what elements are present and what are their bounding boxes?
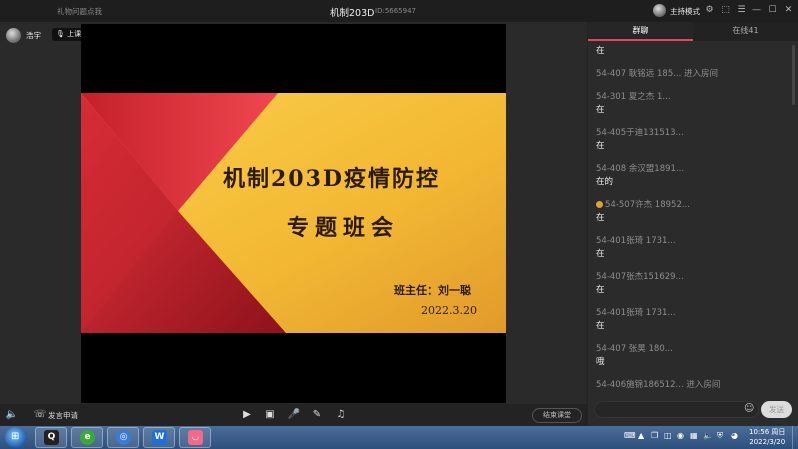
apply-speak-button[interactable]: 发言申请 — [48, 410, 78, 421]
message-sender: 54-407 耿铭远 185... 进入房间 — [596, 69, 719, 79]
message-sender: 54-301 夏之杰 1... — [596, 92, 671, 102]
message-text: 在 — [596, 105, 605, 115]
tab-group-chat[interactable]: 群聊 — [588, 22, 693, 41]
message-list[interactable]: 在 54-407 耿铭远 185... 进入房间 54-301 夏之杰 1...… — [588, 41, 798, 396]
host-avatar[interactable] — [653, 4, 666, 17]
presenter-name: 浩宇 — [26, 30, 41, 40]
message-sender: 54-405于迪131513... — [596, 128, 684, 138]
slide-date: 2022.3.20 — [421, 304, 477, 317]
music-icon[interactable]: ♫ — [334, 408, 348, 422]
message-text: 在 — [596, 46, 605, 56]
tool-icon: ◎ — [116, 430, 131, 445]
show-desktop-button[interactable] — [792, 426, 798, 449]
grid-icon[interactable]: ☰ — [735, 4, 748, 17]
taskbar-app-360-browser[interactable]: e — [71, 427, 103, 448]
tray-flag-icon[interactable]: ▲ — [638, 431, 644, 440]
send-button[interactable]: 发送 — [761, 401, 792, 418]
avatar — [6, 27, 21, 43]
end-class-button[interactable]: 结束课堂 — [532, 408, 582, 423]
chat-input-row: ☺ 发送 — [588, 396, 798, 426]
maximize-icon[interactable]: ☐ — [766, 4, 779, 17]
minimize-icon[interactable]: — — [750, 4, 763, 17]
bottom-toolbar: 🔈 ☏ 发言申请 ▶ ▣ 🎤 ✎ ♫ 结束课堂 — [0, 404, 587, 426]
edit-icon[interactable]: ✎ — [310, 408, 324, 422]
message-sender: 54-401张琦 1731... — [596, 308, 676, 318]
presenter-chip: 浩宇 — [6, 27, 41, 43]
room-id: ID:5665947 — [375, 7, 416, 15]
message-text: 在的 — [596, 177, 614, 187]
message-text: 在 — [596, 285, 605, 295]
classin-icon: ◡ — [188, 430, 203, 445]
volume-icon[interactable]: 🔈 — [703, 431, 713, 440]
slide-subtitle: 专题班会 — [287, 215, 400, 241]
windows-logo-icon: ⊞ — [11, 431, 20, 442]
title-bar: 礼物问题点我 机制203D ID:5665947 主持模式 ⚙ ⬚ ☰ — ☐ … — [0, 0, 798, 22]
close-icon[interactable]: ✕ — [782, 4, 795, 17]
teacher-badge-icon — [596, 201, 603, 208]
gift-help-link[interactable]: 礼物问题点我 — [57, 6, 102, 17]
keyboard-icon[interactable]: ⌨ — [624, 431, 636, 440]
slide-title: 机制203D疫情防控 — [223, 166, 441, 192]
message-sender-row: 54-507许杰 18952... — [596, 198, 690, 210]
share-icon[interactable]: ⬚ — [719, 4, 732, 17]
message-text: 在 — [596, 249, 605, 259]
microphone-icon[interactable]: 🎤 — [287, 408, 301, 422]
message-sender: 54-401张琦 1731... — [596, 236, 676, 246]
window-title: 机制203D — [330, 8, 375, 19]
message-text: 在 — [596, 321, 605, 331]
message-text: 哦 — [596, 357, 605, 367]
clock-time: 10:56 周日 — [749, 428, 786, 436]
browser-icon: e — [80, 430, 95, 445]
classroom-app: 礼物问题点我 机制203D ID:5665947 主持模式 ⚙ ⬚ ☰ — ☐ … — [0, 0, 798, 426]
taskbar-app-tool[interactable]: ◎ — [107, 427, 139, 448]
host-mode-label[interactable]: 主持模式 — [670, 6, 700, 17]
image-icon[interactable]: ▣ — [263, 408, 277, 422]
system-clock[interactable]: 10:56 周日 2022/3/20 — [749, 427, 785, 447]
clock-date: 2022/3/20 — [749, 438, 786, 446]
network-icon[interactable]: ▦ — [690, 431, 698, 440]
slide-teacher: 班主任：刘一聪 — [394, 284, 471, 297]
message-text: 在 — [596, 213, 605, 223]
message-sender: 54-507许杰 18952... — [605, 200, 690, 210]
wps-icon: W — [152, 430, 167, 445]
qq-tray-icon[interactable]: ◕ — [731, 431, 738, 440]
start-button[interactable]: ⊞ — [5, 427, 26, 448]
message-sender: 54-408 余汉盟1891... — [596, 164, 685, 174]
settings-icon[interactable]: ⚙ — [703, 4, 716, 17]
scrollbar[interactable] — [792, 45, 795, 105]
security-icon[interactable]: ⛨ — [717, 431, 723, 441]
chat-panel: 群聊 在线41 在 54-407 耿铭远 185... 进入房间 54-301 … — [588, 22, 798, 426]
speaker-icon[interactable]: 🔈 — [5, 408, 19, 422]
hand-raise-icon[interactable]: ☏ — [33, 408, 47, 422]
mic-icon: 🎙 — [56, 30, 65, 38]
tray-icon[interactable]: ❐ — [651, 431, 658, 440]
camera-icon[interactable]: ▶ — [240, 408, 254, 422]
tray-icon[interactable]: ◉ — [677, 431, 684, 440]
windows-taskbar: ⊞ Q e ◎ W ◡ ⌨ ▲ ❐ ◫ ◉ ▦ 🔈 ⛨ ◕ 10:56 周日 2… — [0, 426, 798, 449]
video-area: 浩宇 🎙 上课中 机制203D疫情防控 专题班会 班主任：刘一聪 2022.3.… — [0, 22, 587, 404]
message-sender: 54-406施锦186512... 进入房间 — [596, 380, 721, 390]
emoji-icon[interactable]: ☺ — [744, 403, 754, 414]
taskbar-app-wps[interactable]: W — [143, 427, 175, 448]
chat-input[interactable] — [594, 401, 759, 418]
taskbar-app-classin[interactable]: ◡ — [179, 427, 211, 448]
chat-tabs: 群聊 在线41 — [588, 22, 798, 41]
qq-icon: Q — [44, 430, 59, 445]
message-text: 在 — [596, 141, 605, 151]
message-sender: 54-407 张昊 180... — [596, 344, 673, 354]
tray-icon[interactable]: ◫ — [664, 431, 672, 440]
message-sender: 54-407张杰151629... — [596, 272, 684, 282]
shared-screen: 机制203D疫情防控 专题班会 班主任：刘一聪 2022.3.20 — [81, 24, 506, 403]
taskbar-app-qq[interactable]: Q — [35, 427, 67, 448]
tab-online[interactable]: 在线41 — [693, 22, 798, 41]
slide: 机制203D疫情防控 专题班会 班主任：刘一聪 2022.3.20 — [81, 93, 506, 333]
